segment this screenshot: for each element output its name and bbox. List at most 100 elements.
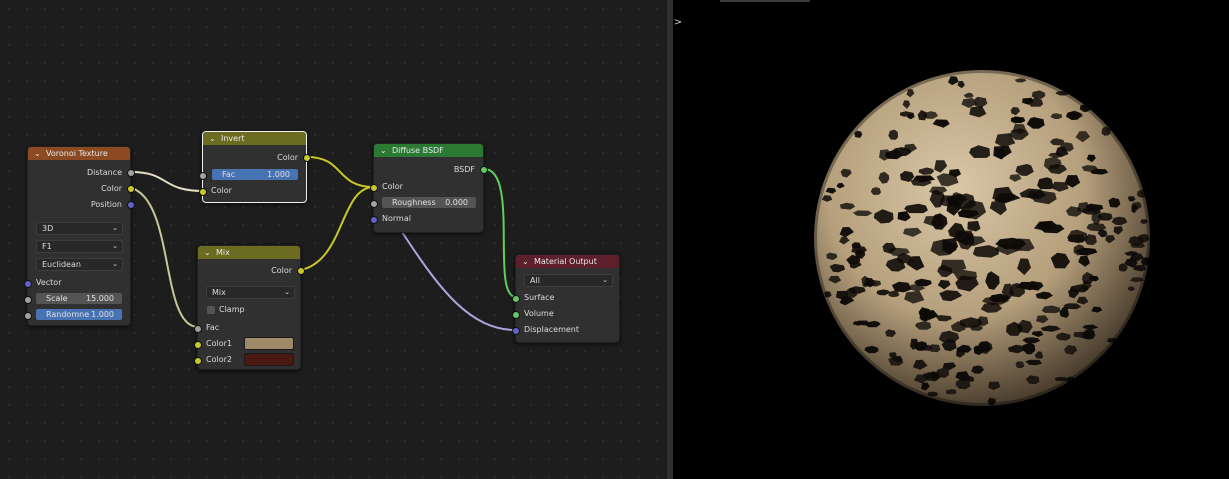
chevron-down-icon[interactable]: ⌄ [522, 255, 529, 268]
link-bsdf-to-surface [483, 168, 517, 298]
invert-output-color: Color [203, 152, 306, 164]
output-input-surface: Surface [516, 292, 619, 304]
diffuse-header[interactable]: ⌄ Diffuse BSDF [374, 144, 483, 157]
dropdown-arrow-icon: ⌄ [112, 242, 118, 250]
normal-label: Normal [382, 214, 411, 223]
diffuse-output-bsdf: BSDF [374, 164, 483, 176]
vector-label: Vector [36, 278, 62, 287]
mix-header[interactable]: ⌄ Mix [198, 246, 300, 259]
input-vector: Vector [28, 277, 130, 289]
displacement-label: Displacement [524, 325, 579, 334]
output-position: Position [28, 199, 130, 211]
output-input-volume: Volume [516, 308, 619, 320]
blend-value: Mix [212, 288, 226, 297]
output-header[interactable]: ⌄ Material Output [516, 255, 619, 268]
diffuse-title: Diffuse BSDF [392, 146, 444, 155]
dropdown-arrow-icon: ⌄ [602, 276, 608, 284]
invert-input-color: Color [203, 185, 306, 197]
target-dropdown[interactable]: All ⌄ [524, 274, 613, 287]
output-distance: Distance [28, 167, 130, 179]
scale-socket[interactable] [24, 296, 32, 304]
dimensions-value: 3D [42, 224, 54, 233]
dropdown-arrow-icon: ⌄ [112, 260, 118, 268]
position-socket[interactable] [127, 201, 135, 209]
shader-node-editor[interactable]: ⌄ Voronoi Texture Distance Color Positio… [0, 0, 667, 479]
rendered-sphere [811, 67, 1153, 409]
chevron-down-icon[interactable]: ⌄ [380, 144, 387, 157]
invert-out-socket[interactable] [303, 154, 311, 162]
dropdown-arrow-icon: ⌄ [284, 288, 290, 296]
mix-output-label: Color [271, 266, 292, 275]
mix-input-fac: Fac [198, 322, 300, 334]
invert-fac-field[interactable]: Fac 1.000 [212, 169, 298, 180]
mix-out-socket[interactable] [297, 267, 305, 275]
invert-fac-socket[interactable] [199, 172, 207, 180]
link-voronoi-color-to-mix-fac [130, 187, 199, 328]
invert-header[interactable]: ⌄ Invert [203, 132, 306, 145]
invert-node[interactable]: ⌄ Invert Color Fac 1.000 Color [199, 131, 311, 203]
voronoi-title: Voronoi Texture [46, 149, 108, 158]
chevron-down-icon[interactable]: ⌄ [204, 246, 211, 259]
target-value: All [530, 276, 540, 285]
output-title: Material Output [534, 257, 597, 266]
link-mix-color-to-diffuse-color [300, 186, 375, 271]
scale-value: 15.000 [86, 294, 114, 303]
randomness-value: 1.000 [91, 310, 114, 319]
voronoi-cell [888, 290, 900, 298]
feature-dropdown[interactable]: F1 ⌄ [36, 240, 123, 253]
randomness-socket[interactable] [24, 312, 32, 320]
roughness-field[interactable]: Roughness 0.000 [382, 197, 476, 208]
mix-output-color: Color [198, 265, 300, 277]
3d-viewport[interactable]: > [673, 0, 1229, 479]
invert-title: Invert [221, 134, 245, 143]
link-diffuse-to-displacement [401, 231, 517, 331]
bsdf-label: BSDF [453, 165, 475, 174]
output-distance-label: Distance [87, 168, 122, 177]
bsdf-socket[interactable] [480, 166, 488, 174]
diffuse-input-normal: Normal [374, 213, 483, 225]
randomness-field[interactable]: Randomne 1.000 [36, 309, 122, 320]
dimensions-dropdown[interactable]: 3D ⌄ [36, 222, 123, 235]
blend-mode-dropdown[interactable]: Mix ⌄ [206, 286, 295, 299]
invert-input-label: Color [211, 186, 232, 195]
surface-label: Surface [524, 293, 555, 302]
scale-field[interactable]: Scale 15.000 [36, 293, 122, 304]
voronoi-header[interactable]: ⌄ Voronoi Texture [28, 147, 130, 160]
volume-label: Volume [524, 309, 554, 318]
voronoi-texture-node[interactable]: ⌄ Voronoi Texture Distance Color Positio… [24, 146, 135, 326]
feature-value: F1 [42, 242, 52, 251]
metric-value: Euclidean [42, 260, 81, 269]
dropdown-arrow-icon: ⌄ [112, 224, 118, 232]
fac-label: Fac [222, 170, 236, 179]
link-distance-to-invert-color [130, 171, 205, 192]
roughness-socket[interactable] [370, 200, 378, 208]
material-output-node[interactable]: ⌄ Material Output All ⌄ Surface Volume Di… [512, 254, 620, 343]
distance-metric-dropdown[interactable]: Euclidean ⌄ [36, 258, 123, 271]
output-position-label: Position [90, 200, 122, 209]
scale-label: Scale [46, 294, 68, 303]
diffuse-color-label: Color [382, 182, 403, 191]
color-socket[interactable] [127, 185, 135, 193]
color2-label: Color2 [206, 355, 232, 364]
roughness-label: Roughness [392, 198, 436, 207]
fac-value: 1.000 [267, 170, 290, 179]
link-invert-color-to-diffuse-color [306, 156, 375, 188]
mix-fac-label: Fac [206, 323, 220, 332]
color1-swatch[interactable] [244, 337, 294, 350]
chevron-down-icon[interactable]: ⌄ [209, 132, 216, 145]
output-color-label: Color [101, 184, 122, 193]
roughness-value: 0.000 [445, 198, 468, 207]
diffuse-input-color: Color [374, 181, 483, 193]
distance-socket[interactable] [127, 169, 135, 177]
randomness-label: Randomne [46, 310, 90, 319]
output-color: Color [28, 183, 130, 195]
color2-swatch[interactable] [244, 353, 294, 366]
clamp-label: Clamp [219, 305, 245, 314]
diffuse-bsdf-node[interactable]: ⌄ Diffuse BSDF BSDF Color Roughness 0.00… [370, 143, 488, 233]
output-input-displacement: Displacement [516, 324, 619, 336]
clamp-row: Clamp [219, 304, 300, 316]
mix-node[interactable]: ⌄ Mix Color Mix ⌄ Clamp Fac Color1 Color2 [194, 245, 305, 370]
clamp-checkbox[interactable] [207, 306, 215, 314]
invert-output-label: Color [277, 153, 298, 162]
chevron-down-icon[interactable]: ⌄ [34, 147, 41, 160]
